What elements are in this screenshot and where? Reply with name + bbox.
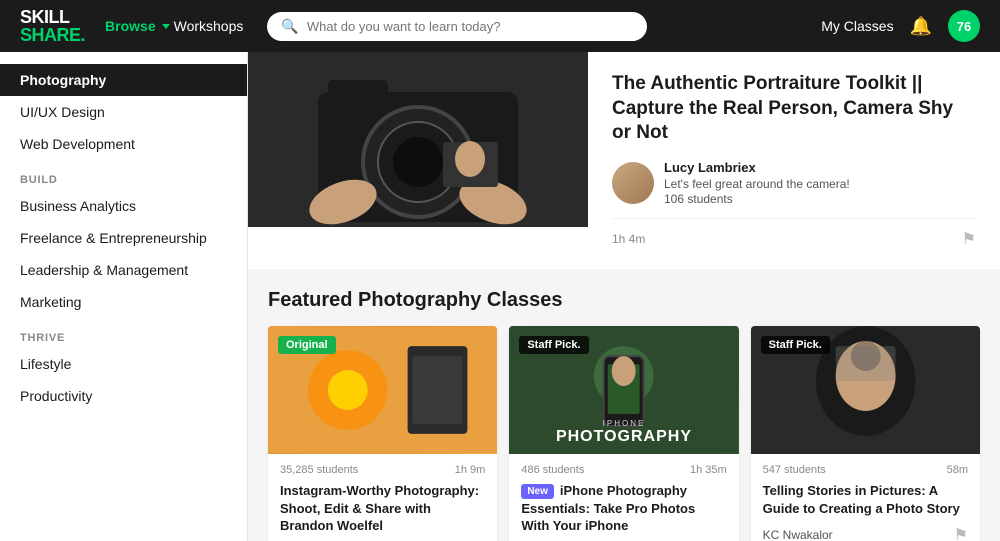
header: SKILL SHARE. Browse Workshops 🔍 My Class… xyxy=(0,0,1000,52)
card-thumb-3: Staff Pick. xyxy=(751,326,980,454)
instructor-avatar xyxy=(612,162,654,204)
card-1-label: Original xyxy=(278,336,336,354)
search-bar[interactable]: 🔍 xyxy=(267,12,647,41)
card-thumb-2: Staff Pick. IPHONE PHOTOGRAPHY xyxy=(509,326,738,454)
sidebar-item-freelance[interactable]: Freelance & Entrepreneurship xyxy=(0,222,247,254)
card-3-body: 547 students 58m Telling Stories in Pict… xyxy=(751,454,980,541)
hero-bookmark-icon[interactable]: ⚑ xyxy=(962,229,976,249)
card-2-meta: 486 students 1h 35m xyxy=(521,464,726,476)
section-title: Featured Photography Classes xyxy=(268,289,980,312)
new-badge: New xyxy=(521,484,554,500)
instructor-tagline: Let's feel great around the camera! xyxy=(664,177,850,191)
card-2-duration: 1h 35m xyxy=(690,464,727,476)
instructor-students: 106 students xyxy=(664,192,850,206)
avatar[interactable]: 76 xyxy=(948,10,980,42)
card-photo-story[interactable]: Staff Pick. 547 students 58m Telling Sto… xyxy=(751,326,980,541)
card-3-title: Telling Stories in Pictures: A Guide to … xyxy=(763,482,968,517)
card-1-duration: 1h 9m xyxy=(455,464,486,476)
card-1-body: 35,285 students 1h 9m Instagram-Worthy P… xyxy=(268,454,497,541)
instructor-details: Lucy Lambriex Let's feel great around th… xyxy=(664,160,850,206)
sidebar: Photography UI/UX Design Web Development… xyxy=(0,52,248,541)
hero-instructor: Lucy Lambriex Let's feel great around th… xyxy=(612,160,976,206)
instructor-name: Lucy Lambriex xyxy=(664,160,850,175)
logo-share: SHARE. xyxy=(20,26,85,44)
card-3-author: KC Nwakalor xyxy=(763,528,833,541)
content-area: The Authentic Portraiture Toolkit || Cap… xyxy=(248,52,1000,541)
sidebar-item-marketing[interactable]: Marketing xyxy=(0,286,247,318)
hero-thumbnail xyxy=(248,52,588,227)
card-2-title: NewiPhone Photography Essentials: Take P… xyxy=(521,482,726,535)
sidebar-item-productivity[interactable]: Productivity xyxy=(0,380,247,412)
logo: SKILL SHARE. xyxy=(20,8,85,44)
sidebar-item-photography[interactable]: Photography xyxy=(0,64,247,96)
card-1-meta: 35,285 students 1h 9m xyxy=(280,464,485,476)
card-3-meta: 547 students 58m xyxy=(763,464,968,476)
card-3-label: Staff Pick. xyxy=(761,336,830,354)
search-icon: 🔍 xyxy=(281,18,298,35)
search-input[interactable] xyxy=(307,19,634,34)
card-2-students: 486 students xyxy=(521,464,584,476)
hero-info: The Authentic Portraiture Toolkit || Cap… xyxy=(588,52,1000,269)
card-2-body: 486 students 1h 35m NewiPhone Photograph… xyxy=(509,454,738,541)
chevron-down-icon xyxy=(162,24,170,29)
header-nav: Browse Workshops xyxy=(105,18,243,34)
sidebar-item-ui-ux[interactable]: UI/UX Design xyxy=(0,96,247,128)
featured-section: Featured Photography Classes Original xyxy=(248,269,1000,541)
hero-duration: 1h 4m xyxy=(612,232,645,246)
card-1-students: 35,285 students xyxy=(280,464,358,476)
card-3-duration: 58m xyxy=(947,464,968,476)
card-3-bookmark-icon[interactable]: ⚑ xyxy=(954,525,968,541)
card-iphone[interactable]: Staff Pick. IPHONE PHOTOGRAPHY 486 stude… xyxy=(509,326,738,541)
my-classes-button[interactable]: My Classes xyxy=(821,18,893,34)
hero-section: The Authentic Portraiture Toolkit || Cap… xyxy=(248,52,1000,269)
browse-button[interactable]: Browse xyxy=(105,18,170,34)
sidebar-item-business-analytics[interactable]: Business Analytics xyxy=(0,190,247,222)
cards-row: Original 35,285 students 1h 9m Instagram… xyxy=(268,326,980,541)
thrive-section-label: THRIVE xyxy=(0,318,247,348)
card-thumb-1: Original xyxy=(268,326,497,454)
header-right: My Classes 🔔 76 xyxy=(821,10,980,42)
hero-title: The Authentic Portraiture Toolkit || Cap… xyxy=(612,72,976,146)
sidebar-item-web-development[interactable]: Web Development xyxy=(0,128,247,160)
bell-icon[interactable]: 🔔 xyxy=(910,16,932,37)
card-2-label: Staff Pick. xyxy=(519,336,588,354)
card-3-students: 547 students xyxy=(763,464,826,476)
logo-skill: SKILL xyxy=(20,8,85,26)
card-1-title: Instagram-Worthy Photography: Shoot, Edi… xyxy=(280,482,485,535)
card-instagram[interactable]: Original 35,285 students 1h 9m Instagram… xyxy=(268,326,497,541)
sidebar-item-lifestyle[interactable]: Lifestyle xyxy=(0,348,247,380)
main-layout: Photography UI/UX Design Web Development… xyxy=(0,52,1000,541)
build-section-label: BUILD xyxy=(0,160,247,190)
sidebar-item-leadership[interactable]: Leadership & Management xyxy=(0,254,247,286)
workshops-button[interactable]: Workshops xyxy=(174,18,244,34)
hero-footer: 1h 4m ⚑ xyxy=(612,218,976,249)
card-3-footer: KC Nwakalor ⚑ xyxy=(763,525,968,541)
hero-image xyxy=(248,52,588,227)
